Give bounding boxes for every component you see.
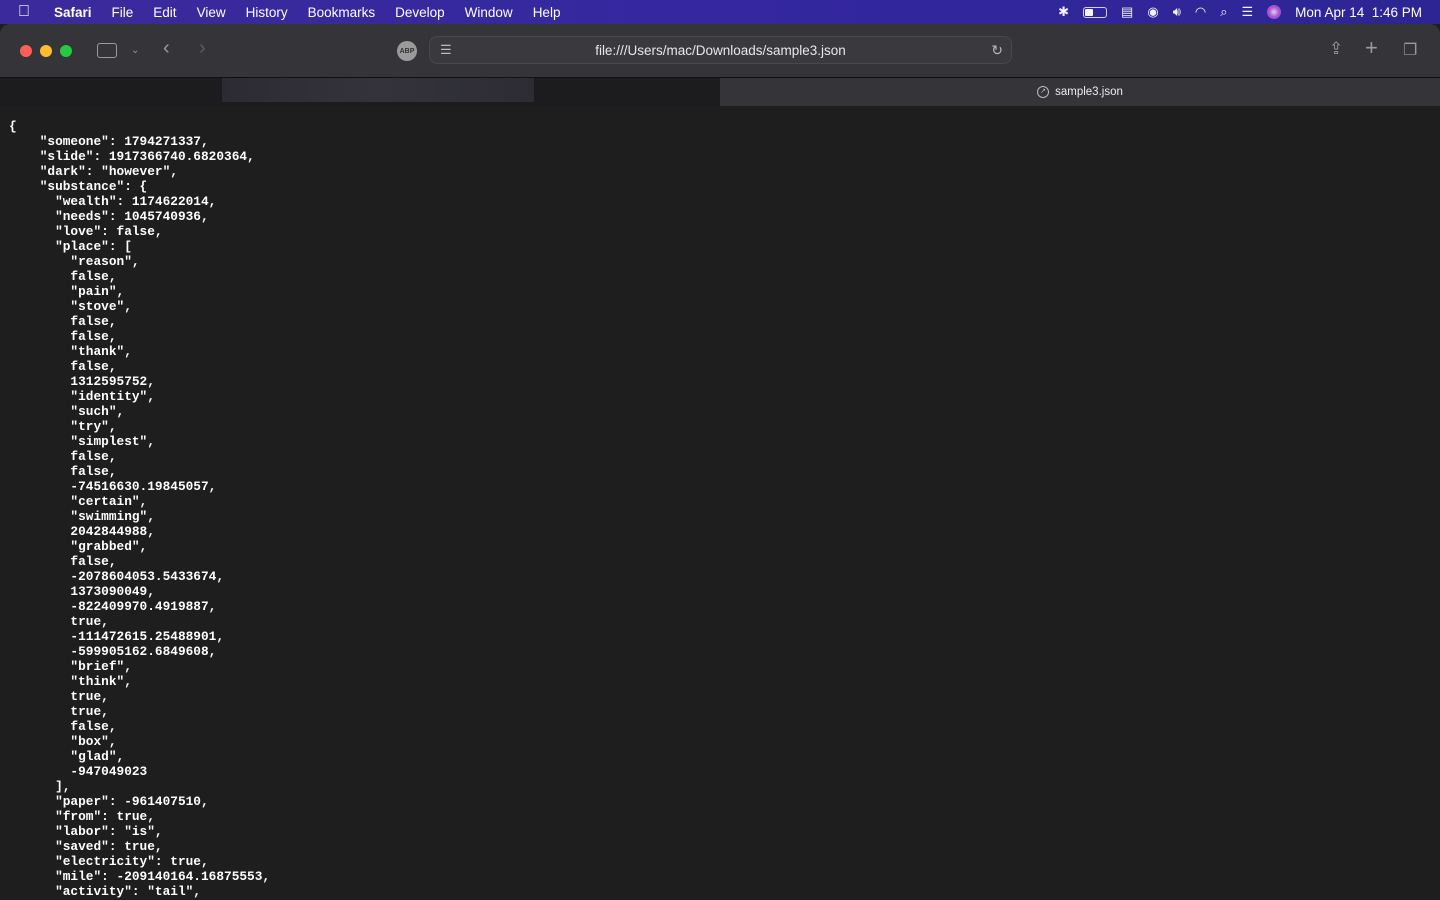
- json-line: false,: [9, 314, 117, 329]
- json-line: "labor": "is",: [9, 824, 163, 839]
- json-line: "from": true,: [9, 809, 155, 824]
- control-center-icon[interactable]: ☰: [1242, 4, 1254, 20]
- tab-title: sample3.json: [1055, 86, 1123, 98]
- menu-bookmarks[interactable]: Bookmarks: [298, 5, 386, 20]
- json-line: 1312595752,: [9, 374, 155, 389]
- menu-file[interactable]: File: [102, 5, 144, 20]
- json-line: "brief",: [9, 659, 132, 674]
- json-line: "try",: [9, 419, 117, 434]
- bluetooth-icon[interactable]: ✱: [1058, 4, 1069, 20]
- json-line: false,: [9, 329, 117, 344]
- json-line: false,: [9, 359, 117, 374]
- compass-icon: ↗: [1037, 86, 1050, 98]
- search-icon[interactable]: ⌕: [1220, 4, 1227, 20]
- menu-edit[interactable]: Edit: [143, 5, 186, 20]
- share-icon[interactable]: ⇪: [1329, 39, 1343, 59]
- json-line: false,: [9, 554, 117, 569]
- forward-icon[interactable]: ›: [199, 37, 206, 60]
- close-button[interactable]: [20, 45, 32, 57]
- json-line: {: [9, 119, 17, 134]
- json-line: "dark": "however",: [9, 164, 178, 179]
- json-line: -2078604053.5433674,: [9, 569, 225, 584]
- json-line: "swimming",: [9, 509, 155, 524]
- json-line: "wealth": 1174622014,: [9, 194, 217, 209]
- json-line: "box",: [9, 734, 117, 749]
- chevron-down-icon[interactable]: ⌄: [131, 45, 139, 56]
- json-line: false,: [9, 719, 117, 734]
- json-line: -599905162.6849608,: [9, 644, 217, 659]
- json-line: "love": false,: [9, 224, 163, 239]
- menu-bar:  Safari File Edit View History Bookmark…: [0, 0, 1440, 24]
- json-line: "mile": -209140164.16875553,: [9, 869, 271, 884]
- json-line: -111472615.25488901,: [9, 629, 225, 644]
- menu-app-safari[interactable]: Safari: [44, 5, 102, 20]
- menu-history[interactable]: History: [236, 5, 298, 20]
- json-line: true,: [9, 704, 109, 719]
- json-line: "needs": 1045740936,: [9, 209, 209, 224]
- safari-window: ⌄ ‹ › ABP ☰ file:///Users/mac/Downloads/…: [0, 24, 1440, 900]
- json-line: "glad",: [9, 749, 125, 764]
- json-line: "stove",: [9, 299, 132, 314]
- tab-sample3-json[interactable]: ↗ sample3.json: [720, 78, 1440, 106]
- adblock-icon[interactable]: ABP: [397, 41, 417, 61]
- tab-inactive[interactable]: [0, 78, 720, 106]
- json-line: "simplest",: [9, 434, 155, 449]
- json-line: "place": [: [9, 239, 132, 254]
- tab-overview-icon[interactable]: ❐: [1403, 40, 1417, 60]
- json-line: "someone": 1794271337,: [9, 134, 209, 149]
- apple-menu-icon[interactable]: : [0, 3, 44, 21]
- url-text[interactable]: file:///Users/mac/Downloads/sample3.json: [595, 43, 846, 58]
- json-line: "electricity": true,: [9, 854, 209, 869]
- json-line: 2042844988,: [9, 524, 155, 539]
- menu-window[interactable]: Window: [455, 5, 523, 20]
- json-line: "certain",: [9, 494, 148, 509]
- json-line: "reason",: [9, 254, 140, 269]
- json-line: false,: [9, 464, 117, 479]
- menu-help[interactable]: Help: [523, 5, 571, 20]
- page-icon: ☰: [440, 42, 452, 57]
- json-line: "paper": -961407510,: [9, 794, 209, 809]
- tab-bar: ↗ sample3.json: [0, 77, 1440, 106]
- menu-develop[interactable]: Develop: [385, 5, 455, 20]
- sidebar-icon[interactable]: [97, 43, 117, 58]
- siri-icon[interactable]: [1267, 5, 1282, 19]
- json-line: "such",: [9, 404, 125, 419]
- json-line: "pain",: [9, 284, 125, 299]
- json-line: "grabbed",: [9, 539, 148, 554]
- new-tab-icon[interactable]: +: [1365, 35, 1378, 61]
- json-line: "identity",: [9, 389, 155, 404]
- json-line: "activity": "tail",: [9, 884, 201, 899]
- screen-icon[interactable]: ▤: [1121, 4, 1133, 20]
- minimize-button[interactable]: [40, 45, 52, 57]
- json-viewer: { "someone": 1794271337, "slide": 191736…: [0, 106, 1440, 900]
- json-line: true,: [9, 614, 109, 629]
- user-icon[interactable]: ◉: [1147, 4, 1158, 20]
- json-line: false,: [9, 269, 117, 284]
- json-content: { "someone": 1794271337, "slide": 191736…: [0, 106, 1440, 899]
- json-line: "saved": true,: [9, 839, 163, 854]
- address-bar[interactable]: ☰ file:///Users/mac/Downloads/sample3.js…: [429, 36, 1012, 64]
- json-line: -822409970.4919887,: [9, 599, 217, 614]
- clock[interactable]: Mon Apr 14 1:46 PM: [1295, 5, 1422, 20]
- json-line: false,: [9, 449, 117, 464]
- blurred-tab-title: [222, 78, 534, 102]
- json-line: 1373090049,: [9, 584, 155, 599]
- reload-icon[interactable]: ↻: [991, 42, 1003, 59]
- wifi-icon[interactable]: ◠: [1195, 4, 1206, 20]
- zoom-button[interactable]: [60, 45, 72, 57]
- toolbar: ⌄ ‹ › ABP ☰ file:///Users/mac/Downloads/…: [0, 24, 1440, 77]
- battery-icon[interactable]: [1083, 6, 1108, 18]
- json-line: "thank",: [9, 344, 132, 359]
- json-line: "slide": 1917366740.6820364,: [9, 149, 255, 164]
- json-line: "substance": {: [9, 179, 148, 194]
- json-line: -74516630.19845057,: [9, 479, 217, 494]
- json-line: ],: [9, 779, 71, 794]
- volume-icon[interactable]: 🔊︎: [1173, 4, 1181, 20]
- back-icon[interactable]: ‹: [163, 37, 170, 60]
- menu-view[interactable]: View: [187, 5, 236, 20]
- json-line: "think",: [9, 674, 132, 689]
- json-line: true,: [9, 689, 109, 704]
- json-line: -947049023: [9, 764, 148, 779]
